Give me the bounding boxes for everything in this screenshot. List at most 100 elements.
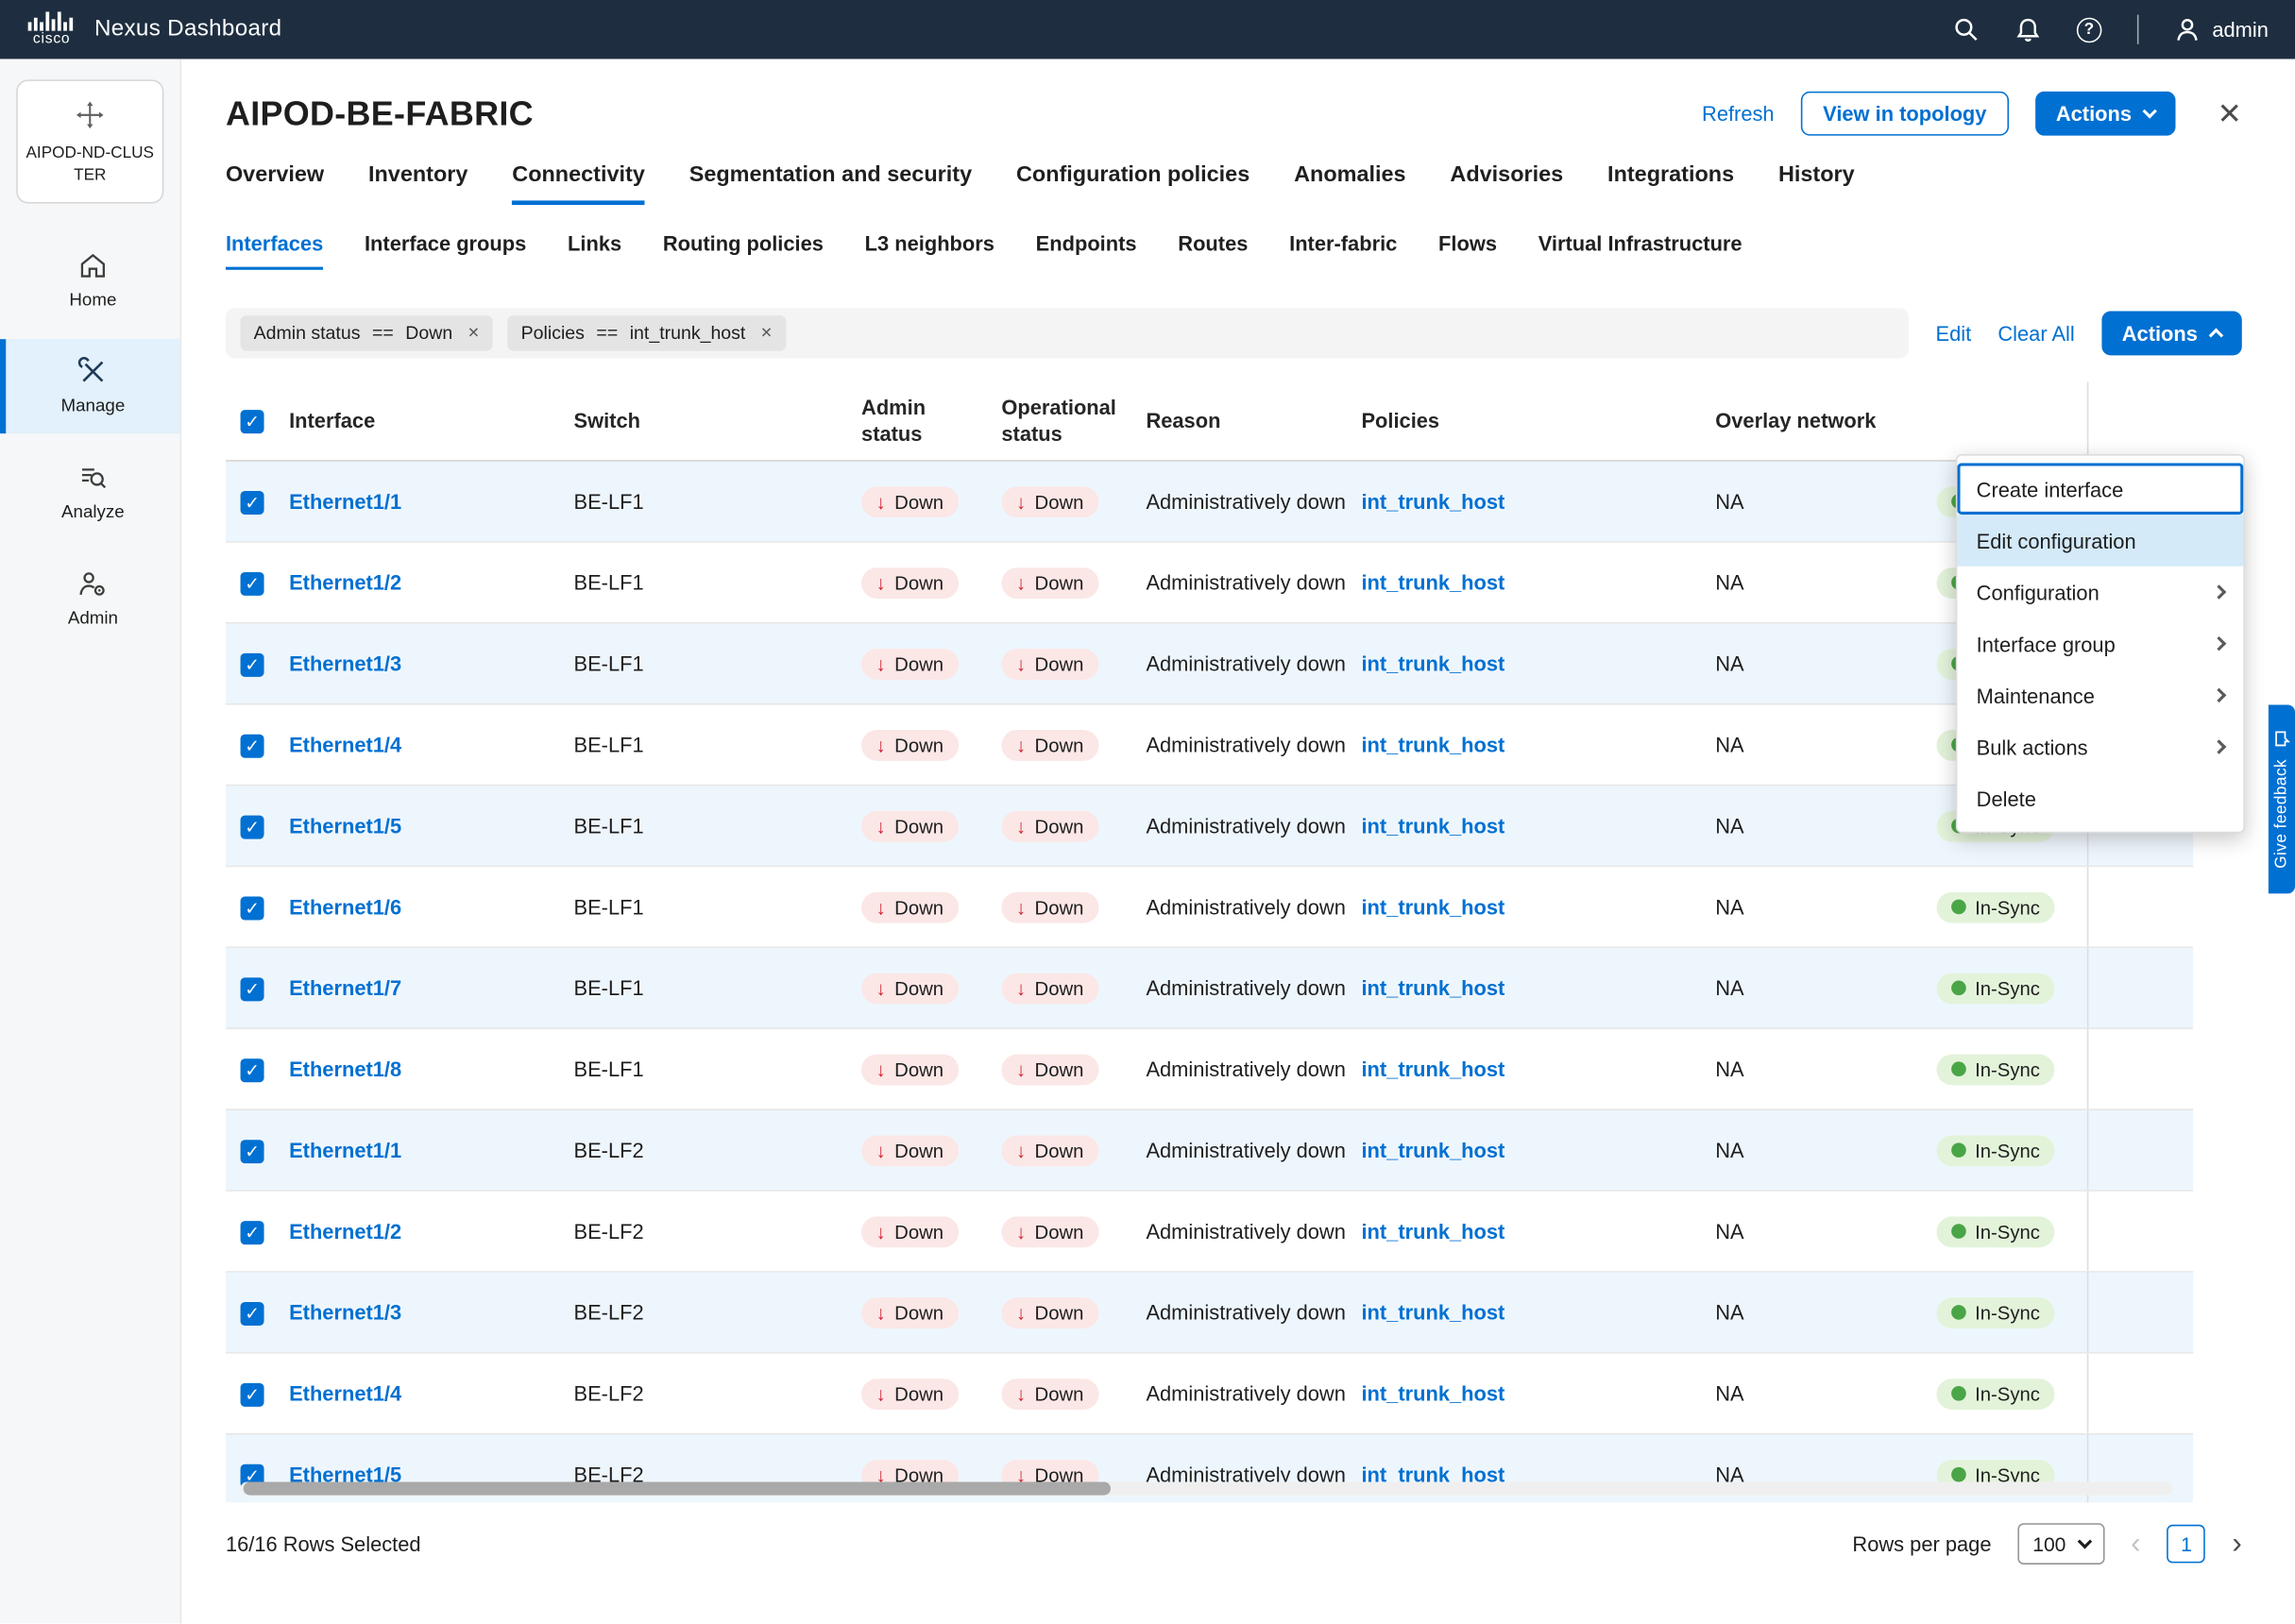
policy-link[interactable]: int_trunk_host: [1361, 1300, 1504, 1324]
policy-link[interactable]: int_trunk_host: [1361, 1057, 1504, 1081]
row-checkbox[interactable]: [241, 1139, 264, 1162]
filter-chip[interactable]: Admin status == Down: [241, 315, 493, 350]
give-feedback-tab[interactable]: Give feedback: [2269, 704, 2295, 893]
policy-link[interactable]: int_trunk_host: [1361, 895, 1504, 919]
cluster-selector[interactable]: AIPOD-ND-CLUSTER: [16, 79, 163, 203]
subtab[interactable]: Links: [568, 231, 621, 270]
select-all-checkbox[interactable]: [241, 410, 264, 433]
col-overlay-network[interactable]: Overlay network: [1715, 408, 1936, 433]
interface-link[interactable]: Ethernet1/6: [289, 895, 401, 919]
interface-link[interactable]: Ethernet1/3: [289, 1300, 401, 1324]
page-actions-button[interactable]: Actions: [2035, 92, 2176, 136]
tab[interactable]: Connectivity: [512, 162, 645, 205]
table-actions-button[interactable]: Actions: [2101, 312, 2242, 356]
subtab[interactable]: Endpoints: [1036, 231, 1137, 270]
subtab[interactable]: Virtual Infrastructure: [1538, 231, 1742, 270]
col-operational-status[interactable]: Operational status: [1001, 396, 1146, 448]
subtab[interactable]: Routing policies: [663, 231, 824, 270]
col-policies[interactable]: Policies: [1361, 408, 1715, 433]
help-icon[interactable]: [2077, 17, 2102, 42]
sidebar-item-admin[interactable]: Admin: [0, 551, 180, 646]
tab[interactable]: Inventory: [368, 162, 468, 205]
policy-link[interactable]: int_trunk_host: [1361, 976, 1504, 1000]
row-checkbox[interactable]: [241, 977, 264, 1001]
next-page-icon[interactable]: [2232, 1529, 2241, 1558]
menu-item[interactable]: Create interface: [1957, 463, 2243, 515]
col-interface[interactable]: Interface: [289, 408, 573, 433]
row-checkbox[interactable]: [241, 571, 264, 595]
interface-link[interactable]: Ethernet1/3: [289, 651, 401, 675]
view-in-topology-button[interactable]: View in topology: [1801, 92, 2009, 136]
policy-link[interactable]: int_trunk_host: [1361, 489, 1504, 513]
subtab[interactable]: Inter-fabric: [1289, 231, 1397, 270]
menu-item[interactable]: Configuration: [1957, 567, 2243, 618]
chip-close-icon[interactable]: [760, 325, 773, 341]
subtab[interactable]: Interface groups: [365, 231, 526, 270]
row-checkbox[interactable]: [241, 1301, 264, 1325]
sidebar-item-manage[interactable]: Manage: [0, 339, 180, 433]
chip-close-icon[interactable]: [468, 325, 480, 341]
menu-item[interactable]: Delete: [1957, 772, 2243, 824]
col-admin-status[interactable]: Admin status: [861, 396, 1001, 448]
sidebar-item-home[interactable]: Home: [0, 232, 180, 327]
policy-link[interactable]: int_trunk_host: [1361, 814, 1504, 837]
policy-link[interactable]: int_trunk_host: [1361, 651, 1504, 675]
policy-link[interactable]: int_trunk_host: [1361, 733, 1504, 756]
rows-per-page-select[interactable]: 100: [2018, 1523, 2104, 1565]
switch-name: BE-LF2: [574, 1300, 862, 1324]
policy-link[interactable]: int_trunk_host: [1361, 570, 1504, 594]
close-icon[interactable]: [2218, 95, 2242, 132]
refresh-link[interactable]: Refresh: [1702, 102, 1775, 126]
menu-item[interactable]: Edit configuration: [1957, 515, 2243, 567]
subtab[interactable]: Interfaces: [226, 231, 323, 270]
tab[interactable]: Integrations: [1607, 162, 1734, 205]
subtab[interactable]: Flows: [1438, 231, 1497, 270]
interface-link[interactable]: Ethernet1/1: [289, 489, 401, 513]
tab[interactable]: Advisories: [1450, 162, 1563, 205]
interface-link[interactable]: Ethernet1/5: [289, 814, 401, 837]
row-checkbox[interactable]: [241, 896, 264, 920]
policy-link[interactable]: int_trunk_host: [1361, 1381, 1504, 1405]
row-checkbox[interactable]: [241, 1058, 264, 1082]
row-checkbox[interactable]: [241, 734, 264, 757]
sidebar-item-analyze[interactable]: Analyze: [0, 445, 180, 539]
subtab[interactable]: L3 neighbors: [865, 231, 994, 270]
row-checkbox[interactable]: [241, 1382, 264, 1406]
scrollbar-thumb[interactable]: [244, 1482, 1111, 1496]
tab[interactable]: Overview: [226, 162, 324, 205]
tab[interactable]: History: [1778, 162, 1855, 205]
clear-all-link[interactable]: Clear All: [1998, 321, 2074, 345]
subtab[interactable]: Routes: [1178, 231, 1248, 270]
user-menu[interactable]: admin: [2174, 16, 2269, 42]
interface-link[interactable]: Ethernet1/2: [289, 570, 401, 594]
policy-link[interactable]: int_trunk_host: [1361, 1139, 1504, 1162]
interface-link[interactable]: Ethernet1/1: [289, 1139, 401, 1162]
col-reason[interactable]: Reason: [1146, 408, 1361, 433]
notifications-icon[interactable]: [2014, 16, 2041, 42]
row-checkbox[interactable]: [241, 815, 264, 838]
interface-link[interactable]: Ethernet1/2: [289, 1220, 401, 1243]
admin-status-badge: Down: [861, 1297, 959, 1328]
horizontal-scrollbar[interactable]: [241, 1482, 2173, 1496]
menu-item[interactable]: Maintenance: [1957, 669, 2243, 721]
tab[interactable]: Segmentation and security: [689, 162, 972, 205]
prev-page-icon[interactable]: [2131, 1529, 2140, 1558]
current-page[interactable]: 1: [2168, 1525, 2206, 1564]
tab[interactable]: Anomalies: [1294, 162, 1405, 205]
interface-link[interactable]: Ethernet1/7: [289, 976, 401, 1000]
edit-filter-link[interactable]: Edit: [1936, 321, 1972, 345]
row-checkbox[interactable]: [241, 652, 264, 676]
row-checkbox[interactable]: [241, 490, 264, 514]
interface-link[interactable]: Ethernet1/8: [289, 1057, 401, 1081]
menu-item[interactable]: Interface group: [1957, 617, 2243, 669]
policy-link[interactable]: int_trunk_host: [1361, 1220, 1504, 1243]
interface-link[interactable]: Ethernet1/4: [289, 1381, 401, 1405]
menu-item[interactable]: Bulk actions: [1957, 721, 2243, 773]
tab[interactable]: Configuration policies: [1016, 162, 1250, 205]
filter-bar[interactable]: Admin status == Down Policies == int_tru…: [226, 308, 1910, 358]
col-switch[interactable]: Switch: [574, 408, 862, 433]
row-checkbox[interactable]: [241, 1220, 264, 1243]
interface-link[interactable]: Ethernet1/4: [289, 733, 401, 756]
filter-chip[interactable]: Policies == int_trunk_host: [508, 315, 787, 350]
search-icon[interactable]: [1952, 16, 1979, 42]
